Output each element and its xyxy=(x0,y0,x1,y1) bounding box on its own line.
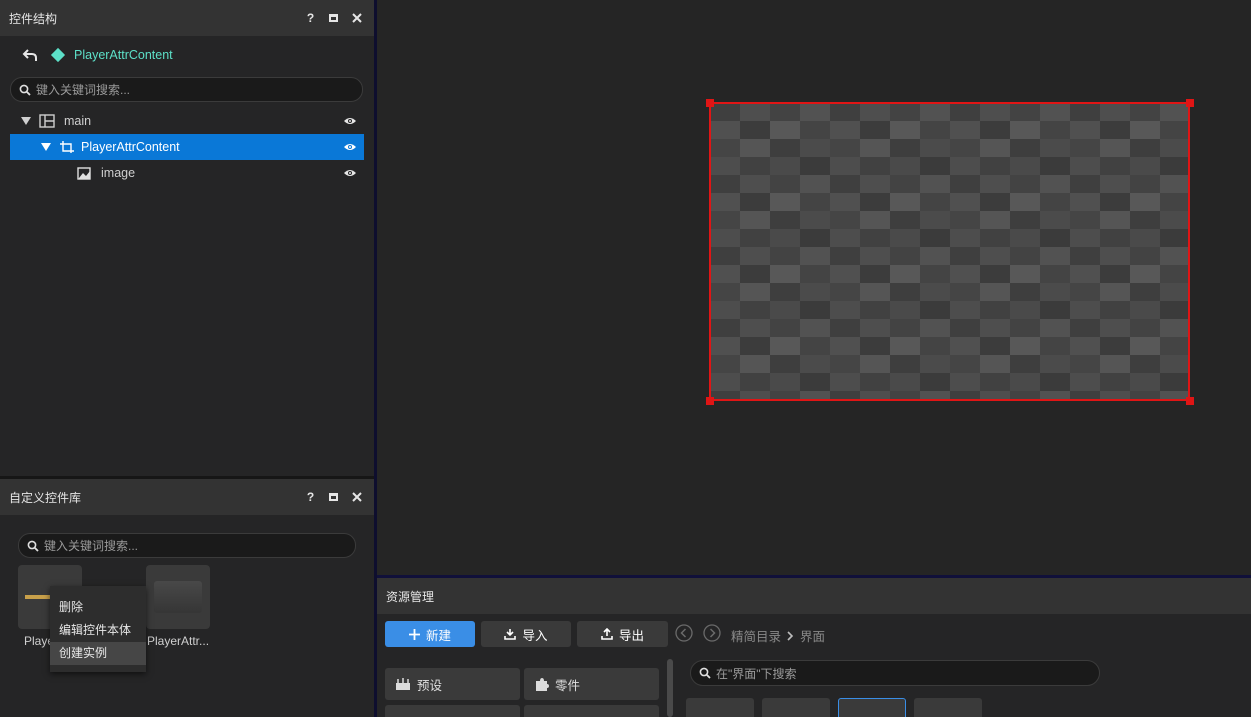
widget-label: PlayerAttr... xyxy=(147,634,210,648)
container-icon xyxy=(60,141,74,153)
search-icon xyxy=(699,667,711,679)
export-icon xyxy=(601,628,613,640)
import-button-label: 导入 xyxy=(522,628,548,643)
resource-tile[interactable] xyxy=(762,698,830,717)
menu-item-delete[interactable]: 删除 xyxy=(50,596,146,619)
hierarchy-search-placeholder: 键入关键词搜索... xyxy=(36,83,131,97)
help-button[interactable]: ? xyxy=(299,487,322,507)
resize-handle-top-right[interactable] xyxy=(1186,99,1194,107)
resource-tile[interactable] xyxy=(914,698,982,717)
library-panel-title: 自定义控件库 xyxy=(9,490,82,505)
hierarchy-panel-title: 控件结构 xyxy=(9,11,58,26)
breadcrumb-item[interactable]: 界面 xyxy=(800,626,825,645)
back-nav-icon[interactable] xyxy=(675,624,693,642)
category-button[interactable] xyxy=(385,705,520,717)
forward-nav-icon[interactable] xyxy=(703,624,721,642)
tree-item-label: main xyxy=(64,114,92,128)
resize-handle-top-left[interactable] xyxy=(706,99,714,107)
export-button[interactable]: 导出 xyxy=(577,621,668,647)
plus-icon xyxy=(408,628,420,640)
puzzle-icon xyxy=(536,677,549,691)
category-preset[interactable]: 预设 xyxy=(385,668,520,700)
maximize-icon xyxy=(329,493,338,501)
breadcrumb: 精简目录 界面 xyxy=(731,626,825,645)
close-button[interactable] xyxy=(345,8,368,28)
preset-icon xyxy=(396,678,410,690)
resize-handle-bottom-right[interactable] xyxy=(1186,397,1194,405)
context-menu: 删除 编辑控件本体 创建实例 xyxy=(50,586,146,672)
category-label: 零件 xyxy=(555,678,581,693)
expand-arrow-icon[interactable] xyxy=(41,143,51,151)
import-icon xyxy=(504,629,517,640)
maximize-button[interactable] xyxy=(322,8,345,28)
thumbnail-preview xyxy=(154,581,202,613)
panel-layout-icon xyxy=(39,114,55,128)
category-parts[interactable]: 零件 xyxy=(524,668,659,700)
import-button[interactable]: 导入 xyxy=(481,621,571,647)
tree-item-main[interactable]: main xyxy=(10,108,364,134)
library-search-input[interactable]: 键入关键词搜索... xyxy=(18,533,356,558)
visibility-eye-icon[interactable] xyxy=(344,117,356,125)
category-label: 预设 xyxy=(417,678,443,693)
export-button-label: 导出 xyxy=(618,628,644,643)
maximize-button[interactable] xyxy=(322,487,345,507)
menu-item-create-instance[interactable]: 创建实例 xyxy=(50,642,146,665)
search-icon xyxy=(27,540,39,552)
resize-handle-bottom-left[interactable] xyxy=(706,397,714,405)
widget-thumbnail[interactable] xyxy=(146,565,210,629)
resource-panel-title: 资源管理 xyxy=(386,589,435,604)
root-diamond-icon xyxy=(50,47,66,63)
category-button[interactable] xyxy=(524,705,659,717)
tree-item-label: image xyxy=(101,166,136,180)
close-icon xyxy=(351,13,362,23)
resource-tile[interactable] xyxy=(686,698,754,717)
new-button-label: 新建 xyxy=(425,628,451,643)
help-button[interactable]: ? xyxy=(299,8,322,28)
search-icon xyxy=(19,84,31,96)
resource-tile[interactable] xyxy=(838,698,906,717)
breadcrumb-item[interactable]: 精简目录 xyxy=(731,626,781,645)
resource-search-input[interactable]: 在"界面"下搜索 xyxy=(690,660,1100,686)
library-panel-header: 自定义控件库 ? xyxy=(0,479,374,515)
resource-panel-header: 资源管理 xyxy=(377,578,1251,614)
expand-arrow-icon[interactable] xyxy=(21,117,31,125)
resource-scrollbar[interactable] xyxy=(667,659,673,717)
tree-item-label: PlayerAttrContent xyxy=(81,140,180,154)
close-icon xyxy=(351,492,362,502)
resource-search-placeholder: 在"界面"下搜索 xyxy=(716,666,797,681)
library-search-placeholder: 键入关键词搜索... xyxy=(44,539,139,553)
close-button[interactable] xyxy=(345,487,368,507)
hierarchy-search-input[interactable]: 键入关键词搜索... xyxy=(10,77,363,102)
chevron-right-icon xyxy=(787,630,794,641)
visibility-eye-icon[interactable] xyxy=(344,143,356,151)
selection-box xyxy=(709,102,1190,401)
image-icon xyxy=(77,166,91,180)
back-button[interactable] xyxy=(22,48,40,64)
new-button[interactable]: 新建 xyxy=(385,621,475,647)
menu-item-edit-widget[interactable]: 编辑控件本体 xyxy=(50,619,146,642)
visibility-eye-icon[interactable] xyxy=(344,169,356,177)
undo-arrow-icon xyxy=(22,49,37,61)
hierarchy-panel-header: 控件结构 ? xyxy=(0,0,374,36)
hierarchy-panel-body: PlayerAttrContent 键入关键词搜索... main Player… xyxy=(0,36,374,476)
maximize-icon xyxy=(329,14,338,22)
tree-item-playerattrcontent[interactable]: PlayerAttrContent xyxy=(10,134,364,160)
root-widget-name: PlayerAttrContent xyxy=(74,48,173,62)
tree-item-image[interactable]: image xyxy=(10,160,364,186)
